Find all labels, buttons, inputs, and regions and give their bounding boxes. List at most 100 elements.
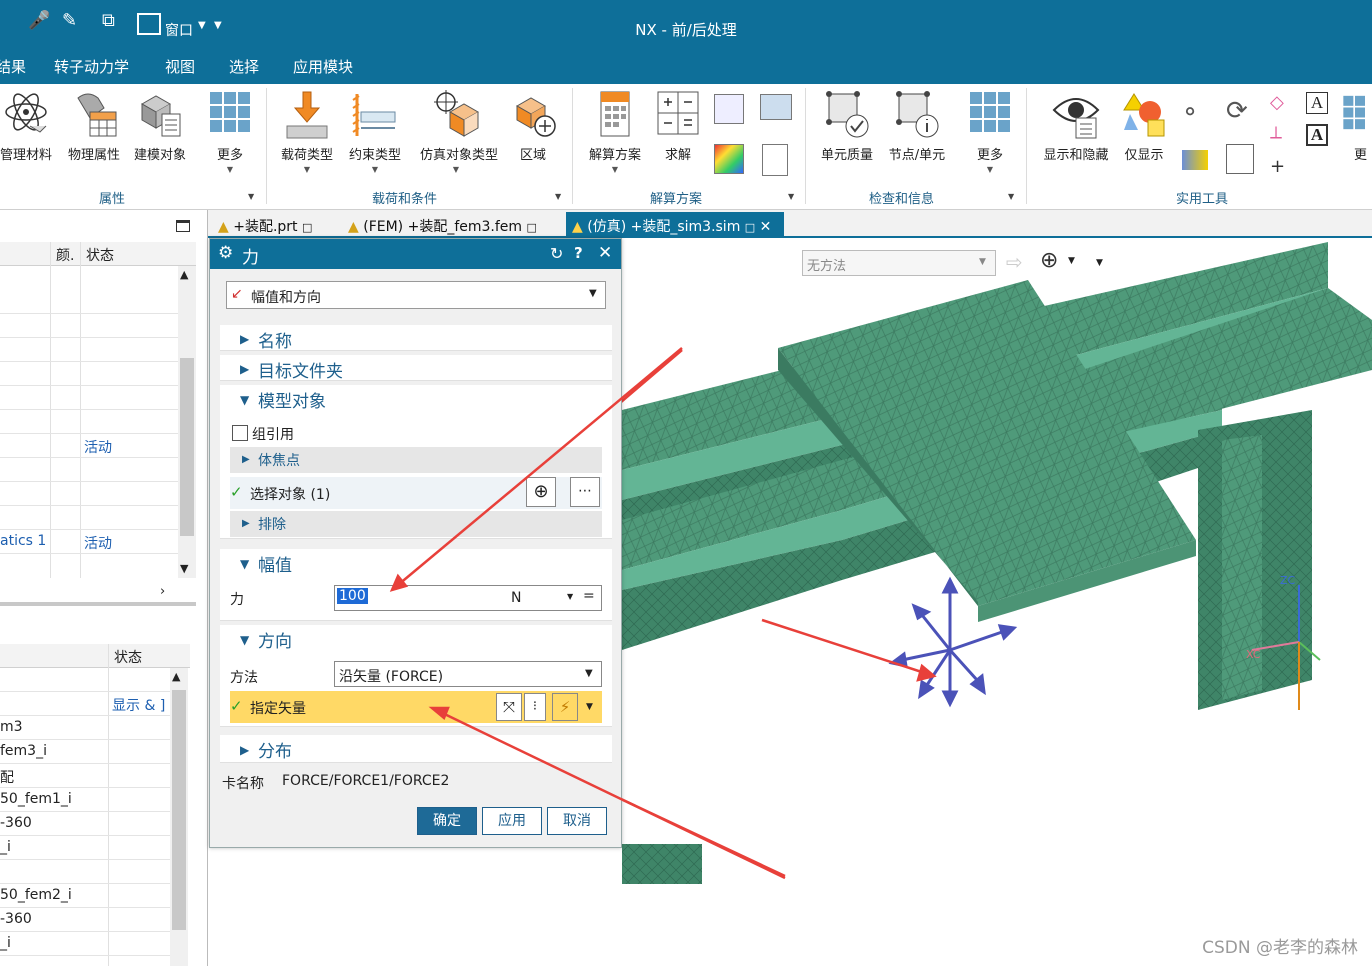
collapse-icon[interactable]: ▼: [240, 557, 249, 571]
tab-sim[interactable]: ▲ (仿真) +装配_sim3.sim □ ✕: [566, 212, 784, 238]
chevron-down-icon[interactable]: ▼: [586, 702, 593, 712]
close-icon[interactable]: ✕: [598, 243, 612, 263]
physical-properties-button[interactable]: 物理属性: [58, 90, 130, 180]
focus-point-subsection[interactable]: ▶ 体焦点: [230, 447, 602, 473]
monitor-icon[interactable]: [760, 94, 792, 120]
display-link[interactable]: 显示 & ]: [112, 695, 165, 715]
chevron-down-icon[interactable]: ▼: [1068, 256, 1075, 266]
select-objects-row[interactable]: ✓ 选择对象 (1) ⊕ ⋯: [230, 477, 602, 509]
modeling-objects-button[interactable]: 建模对象: [124, 90, 196, 180]
cancel-button[interactable]: 取消: [547, 807, 607, 835]
list-item[interactable]: [0, 860, 170, 884]
tab-part[interactable]: ▲ +装配.prt □: [212, 212, 318, 238]
load-type-button[interactable]: 载荷类型 ▼: [271, 90, 343, 180]
show-adjacent-icon[interactable]: [1182, 150, 1208, 170]
section-target-folder[interactable]: ▶ 目标文件夹: [220, 355, 612, 382]
window-menu[interactable]: 窗口: [165, 20, 193, 40]
graphics-viewport[interactable]: ZC XC Z: [261, 240, 1372, 966]
menu-rotor-dynamics[interactable]: 转子动力学: [54, 56, 129, 77]
reset-icon[interactable]: ↻: [550, 244, 563, 263]
table-row[interactable]: atics 1 活动: [0, 530, 196, 554]
table-row[interactable]: 活动: [0, 434, 196, 458]
horizontal-scrollbar[interactable]: [0, 602, 196, 606]
report-icon[interactable]: [762, 144, 788, 176]
chevron-down-icon[interactable]: ▼: [198, 20, 206, 31]
menu-view[interactable]: 视图: [165, 56, 195, 77]
collapse-icon[interactable]: ▼: [240, 393, 249, 407]
constraint-type-button[interactable]: 约束类型 ▼: [339, 90, 411, 180]
region-button[interactable]: 区域: [497, 90, 569, 180]
touch-mode-icon[interactable]: ✎: [62, 10, 77, 31]
scrollbar-thumb[interactable]: [180, 358, 194, 536]
vector-dialog-icon[interactable]: ⁝: [524, 693, 546, 721]
group-reference-checkbox[interactable]: [232, 425, 248, 441]
scroll-up-icon[interactable]: ▲: [180, 268, 188, 281]
method-select[interactable]: 沿矢量 (FORCE) ▼: [334, 661, 602, 687]
solve-monitor-icon[interactable]: [714, 94, 744, 124]
list-item[interactable]: -360: [0, 908, 170, 932]
list-item[interactable]: -360: [0, 812, 170, 836]
exclude-subsection[interactable]: ▶ 排除: [230, 511, 602, 537]
menu-application[interactable]: 应用模块: [293, 56, 353, 77]
invert-icon[interactable]: ⟳: [1226, 96, 1248, 126]
toolbar-overflow-icon[interactable]: ▼: [1096, 258, 1103, 268]
group-dropdown-icon[interactable]: ▼: [788, 192, 794, 201]
snap-point-icon[interactable]: ⊕: [1040, 248, 1058, 273]
maximize-icon[interactable]: [176, 220, 190, 232]
point-icon[interactable]: +: [1270, 156, 1285, 177]
section-distribution[interactable]: ▶ 分布: [220, 735, 612, 763]
close-tab-icon[interactable]: ✕: [760, 219, 772, 235]
ok-button[interactable]: 确定: [417, 807, 477, 835]
solution-button[interactable]: 解算方案 ▼: [579, 90, 651, 180]
list-item[interactable]: fem3_i: [0, 740, 170, 764]
quick-access-dropdown-icon[interactable]: ▼: [214, 20, 222, 31]
menu-select[interactable]: 选择: [229, 56, 259, 77]
menu-results[interactable]: 结果: [0, 56, 26, 77]
unit-dropdown-icon[interactable]: ▼: [567, 592, 573, 601]
manage-materials-button[interactable]: 管理材料: [0, 90, 62, 180]
copy-view-icon[interactable]: [1226, 144, 1254, 174]
collapse-icon[interactable]: ▼: [240, 633, 249, 647]
arrow-right-icon[interactable]: ⇨: [1006, 250, 1023, 274]
list-item[interactable]: _i: [0, 836, 170, 860]
scroll-down-icon[interactable]: ▼: [180, 562, 188, 575]
plane-icon[interactable]: ◇: [1270, 92, 1284, 113]
force-type-dropdown[interactable]: ↙ 幅值和方向 ▼: [226, 281, 606, 309]
formula-icon[interactable]: =: [583, 588, 595, 604]
tab-fem[interactable]: ▲ (FEM) +装配_fem3.fem □: [342, 212, 543, 238]
method-dropdown[interactable]: 无方法 ▼: [802, 250, 996, 276]
section-name[interactable]: ▶ 名称: [220, 325, 612, 352]
text-a-icon[interactable]: A: [1306, 124, 1328, 146]
crosshair-icon[interactable]: ⊕: [526, 477, 556, 507]
node-element-button[interactable]: 节点/单元: [881, 90, 953, 180]
results-table-icon[interactable]: [714, 144, 744, 174]
list-item[interactable]: m3: [0, 716, 170, 740]
scroll-right-icon[interactable]: ›: [160, 584, 165, 599]
more-button-1[interactable]: 更多 ▼: [194, 90, 266, 180]
simulation-object-type-button[interactable]: 仿真对象类型 ▼: [420, 90, 498, 180]
show-only-button[interactable]: 仅显示: [1108, 90, 1180, 180]
annotation-a-icon[interactable]: A: [1306, 92, 1328, 114]
inferred-vector-icon[interactable]: ⚡: [552, 693, 578, 721]
more-button-3[interactable]: 更: [1340, 90, 1372, 180]
apply-button[interactable]: 应用: [482, 807, 542, 835]
force-input[interactable]: 100 N ▼ =: [334, 585, 602, 611]
group-dropdown-icon[interactable]: ▼: [555, 192, 561, 201]
solve-button[interactable]: 求解: [642, 90, 714, 180]
show-hide-button[interactable]: 显示和隐藏: [1036, 90, 1116, 180]
more-options-icon[interactable]: ⋯: [570, 477, 600, 507]
group-dropdown-icon[interactable]: ▼: [248, 192, 254, 201]
hide-eye-icon[interactable]: ⚬: [1180, 98, 1200, 126]
specify-vector-row[interactable]: ✓ 指定矢量 ⤧ ⁝ ⚡ ▼: [230, 691, 602, 723]
microphone-icon[interactable]: 🎤: [28, 10, 50, 31]
group-dropdown-icon[interactable]: ▼: [1008, 192, 1014, 201]
help-icon[interactable]: ?: [574, 244, 583, 262]
element-quality-button[interactable]: 单元质量: [811, 90, 883, 180]
table-row[interactable]: 显示 & ]: [0, 692, 170, 716]
window-layout-icon[interactable]: ⧉: [102, 10, 115, 31]
list-item[interactable]: _i: [0, 932, 170, 956]
more-button-2[interactable]: 更多 ▼: [954, 90, 1026, 180]
reverse-direction-icon[interactable]: ⤧: [496, 693, 522, 721]
list-item[interactable]: 50_fem1_i: [0, 788, 170, 812]
csys-icon[interactable]: ⟂: [1270, 122, 1282, 143]
